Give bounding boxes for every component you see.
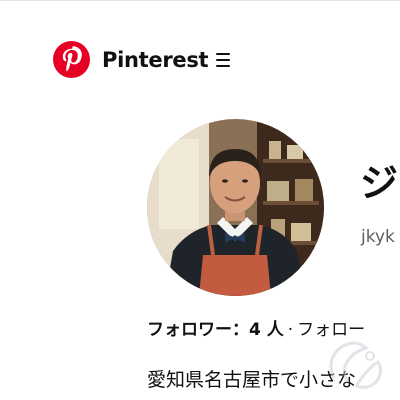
- menu-button[interactable]: [213, 50, 235, 70]
- brand-name: Pinterest: [102, 47, 209, 72]
- pinterest-home-link[interactable]: Pinterest: [53, 41, 209, 78]
- profile-handle: jkyk: [361, 227, 395, 247]
- stats-separator: ·: [287, 320, 294, 340]
- profile-name: ジ: [360, 161, 399, 205]
- followers-count-link[interactable]: フォロワー：4 人: [147, 318, 284, 342]
- hamburger-menu-icon: [216, 53, 230, 67]
- pinterest-profile-page: Pinterest ジ jkyk フォロワー：4 人 · フォロー 愛知県名古屋…: [0, 0, 400, 400]
- following-count-link[interactable]: フォロー: [297, 318, 365, 342]
- top-divider: [0, 0, 400, 1]
- profile-photo: [147, 119, 324, 296]
- pinterest-logo-icon: [53, 41, 90, 78]
- profile-bio: 愛知県名古屋市で小さな: [147, 369, 357, 391]
- profile-avatar[interactable]: [147, 119, 324, 296]
- follow-stats: フォロワー：4 人 · フォロー: [147, 318, 365, 342]
